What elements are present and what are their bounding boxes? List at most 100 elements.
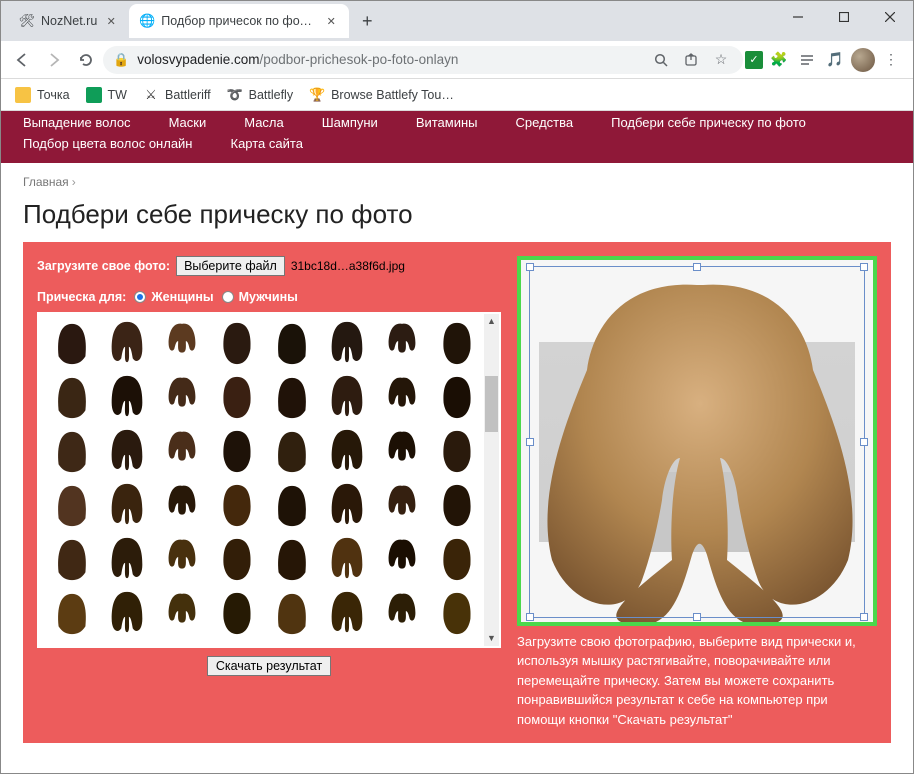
hairstyle-thumb[interactable] — [45, 374, 98, 424]
radio-female[interactable] — [134, 291, 146, 303]
toolbar: 🔒 volosvypadenie.com/podbor-prichesok-po… — [1, 41, 913, 79]
hairstyle-thumb[interactable] — [155, 374, 208, 424]
hairstyle-thumb[interactable] — [100, 320, 153, 370]
menu-icon[interactable]: ⋮ — [879, 48, 903, 72]
bookmark-tw[interactable]: TW — [80, 83, 133, 107]
extensions-icon[interactable]: 🧩 — [767, 48, 791, 72]
scroll-down-icon[interactable]: ▼ — [484, 631, 499, 646]
lock-icon: 🔒 — [113, 52, 129, 68]
nav-item[interactable]: Подбор цвета волос онлайн — [23, 134, 193, 155]
scrollbar[interactable]: ▲ ▼ — [484, 314, 499, 646]
tab-active[interactable]: 🌐 Подбор причесок по фото онл ✕ — [129, 4, 349, 38]
preview-area[interactable] — [517, 256, 877, 626]
hairstyle-thumb[interactable] — [210, 590, 263, 640]
hairstyle-thumb[interactable] — [375, 482, 428, 532]
scroll-up-icon[interactable]: ▲ — [484, 314, 499, 329]
gender-male-label: Мужчины — [239, 290, 298, 304]
hairstyle-thumb[interactable] — [45, 482, 98, 532]
hairstyle-thumb[interactable] — [265, 374, 318, 424]
hairstyle-thumb[interactable] — [375, 428, 428, 478]
nav-item[interactable]: Карта сайта — [231, 134, 303, 155]
maximize-button[interactable] — [821, 1, 867, 33]
nav-item[interactable]: Подбери себе прическу по фото — [611, 113, 806, 134]
hairstyle-thumb[interactable] — [210, 536, 263, 586]
choose-file-button[interactable]: Выберите файл — [176, 256, 285, 276]
nav-item[interactable]: Средства — [516, 113, 574, 134]
nav-item[interactable]: Витамины — [416, 113, 478, 134]
profile-avatar[interactable] — [851, 48, 875, 72]
hairstyle-thumb[interactable] — [265, 536, 318, 586]
hairstyle-gallery: ▲ ▼ — [37, 312, 501, 648]
reading-list-icon[interactable] — [795, 48, 819, 72]
back-button[interactable] — [7, 45, 37, 75]
hairstyle-thumb[interactable] — [155, 536, 208, 586]
scroll-thumb[interactable] — [485, 376, 498, 432]
hairstyle-thumb[interactable] — [265, 590, 318, 640]
hairstyle-thumb[interactable] — [430, 590, 483, 640]
hairstyle-thumb[interactable] — [320, 536, 373, 586]
bookmark-battlefy[interactable]: 🏆Browse Battlefy Tou… — [303, 83, 460, 107]
hairstyle-thumb[interactable] — [320, 428, 373, 478]
hairstyle-thumb[interactable] — [430, 536, 483, 586]
hairstyle-thumb[interactable] — [100, 590, 153, 640]
hairstyle-thumb[interactable] — [210, 374, 263, 424]
hairstyle-thumb[interactable] — [430, 320, 483, 370]
close-icon[interactable]: ✕ — [323, 13, 339, 29]
hairstyle-thumb[interactable] — [100, 428, 153, 478]
nav-item[interactable]: Маски — [169, 113, 207, 134]
hairstyle-thumb[interactable] — [375, 536, 428, 586]
hairstyle-thumb[interactable] — [320, 320, 373, 370]
hairstyle-thumb[interactable] — [375, 590, 428, 640]
minimize-button[interactable] — [775, 1, 821, 33]
hairstyle-thumb[interactable] — [45, 320, 98, 370]
nav-item[interactable]: Масла — [244, 113, 284, 134]
gender-female-label: Женщины — [151, 290, 213, 304]
hairstyle-thumb[interactable] — [430, 374, 483, 424]
hairstyle-thumb[interactable] — [210, 482, 263, 532]
close-icon[interactable]: ✕ — [103, 13, 119, 29]
forward-button[interactable] — [39, 45, 69, 75]
hairstyle-thumb[interactable] — [320, 374, 373, 424]
hairstyle-thumb[interactable] — [100, 482, 153, 532]
nav-item[interactable]: Выпадение волос — [23, 113, 131, 134]
hairstyle-thumb[interactable] — [375, 320, 428, 370]
url-text: volosvypadenie.com/podbor-prichesok-po-f… — [137, 52, 641, 67]
hairstyle-thumb[interactable] — [155, 590, 208, 640]
hairstyle-thumb[interactable] — [375, 374, 428, 424]
hairstyle-thumb[interactable] — [100, 374, 153, 424]
bookmark-tochka[interactable]: Точка — [9, 83, 76, 107]
hairstyle-thumb[interactable] — [265, 428, 318, 478]
hairstyle-thumb[interactable] — [265, 482, 318, 532]
hairstyle-thumb[interactable] — [45, 536, 98, 586]
bookmark-battlefly[interactable]: ➰Battlefly — [221, 83, 299, 107]
hairstyle-thumb[interactable] — [430, 482, 483, 532]
download-button[interactable]: Скачать результат — [207, 656, 331, 676]
hairstyle-thumb[interactable] — [100, 536, 153, 586]
radio-male[interactable] — [222, 291, 234, 303]
hairstyle-thumb[interactable] — [430, 428, 483, 478]
bookmark-battleriff[interactable]: ⚔Battleriff — [137, 83, 217, 107]
extension-checkmark-icon[interactable]: ✓ — [745, 51, 763, 69]
hairstyle-thumb[interactable] — [155, 428, 208, 478]
hairstyle-thumb[interactable] — [265, 320, 318, 370]
share-icon[interactable] — [679, 48, 703, 72]
nav-item[interactable]: Шампуни — [322, 113, 378, 134]
hairstyle-thumb[interactable] — [155, 320, 208, 370]
close-window-button[interactable] — [867, 1, 913, 33]
breadcrumb-home[interactable]: Главная — [23, 175, 69, 189]
hairstyle-thumb[interactable] — [210, 428, 263, 478]
hairstyle-thumb[interactable] — [210, 320, 263, 370]
search-icon[interactable] — [649, 48, 673, 72]
hairstyle-thumb[interactable] — [45, 590, 98, 640]
music-icon[interactable]: 🎵 — [823, 48, 847, 72]
hairstyle-thumb[interactable] — [320, 482, 373, 532]
reload-button[interactable] — [71, 45, 101, 75]
hairstyle-thumb[interactable] — [155, 482, 208, 532]
address-bar[interactable]: 🔒 volosvypadenie.com/podbor-prichesok-po… — [103, 46, 743, 74]
hairstyle-thumb[interactable] — [45, 428, 98, 478]
tab-noznet[interactable]: 🛠 NozNet.ru ✕ — [9, 4, 129, 38]
star-icon[interactable]: ☆ — [709, 48, 733, 72]
new-tab-button[interactable]: + — [353, 7, 381, 35]
hairstyle-overlay[interactable] — [532, 270, 862, 626]
hairstyle-thumb[interactable] — [320, 590, 373, 640]
